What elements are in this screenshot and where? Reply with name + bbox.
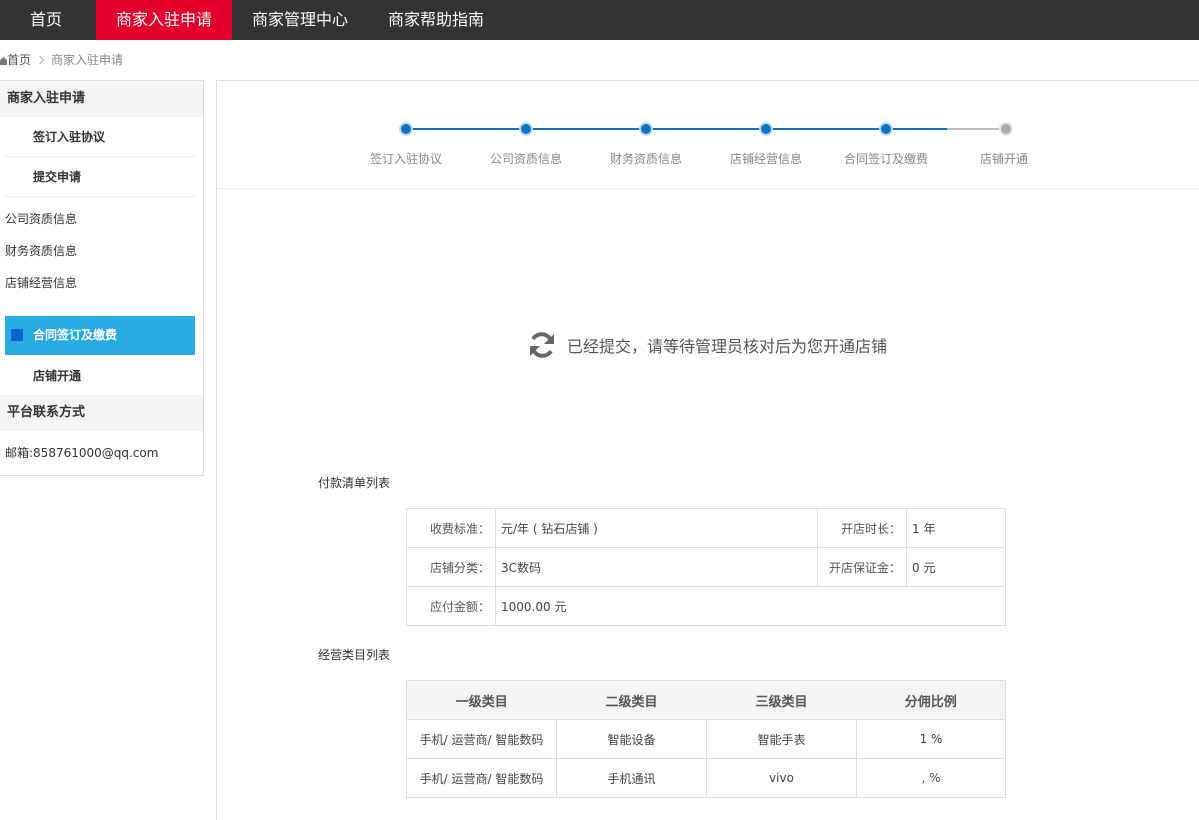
table-cell: 1 % — [856, 719, 1006, 759]
step-label: 公司资质信息 — [489, 152, 562, 166]
step-label: 签订入驻协议 — [369, 152, 442, 166]
step-dot — [879, 122, 893, 136]
category-label: 店铺分类： — [406, 547, 496, 587]
square-icon — [11, 329, 23, 341]
deposit-label: 开店保证金： — [817, 547, 907, 587]
column-header: 分佣比例 — [856, 680, 1006, 720]
sidebar-section-title: 商家入驻申请 — [0, 81, 203, 117]
sidebar-item-company-info[interactable]: 公司资质信息 — [5, 209, 77, 229]
step-label: 财务资质信息 — [609, 152, 682, 166]
breadcrumb-home[interactable]: 首页 — [7, 53, 31, 67]
progress-line-pending — [947, 128, 1007, 130]
column-header: 三级类目 — [706, 680, 857, 720]
contact-email: 邮箱:858761000@qq.com — [5, 446, 159, 460]
sidebar-item-store-info[interactable]: 店铺经营信息 — [5, 273, 77, 293]
nav-merchant-center[interactable]: 商家管理中心 — [236, 0, 364, 40]
nav-home[interactable]: 首页 — [0, 0, 92, 40]
progress-line-done — [406, 128, 947, 130]
sidebar-item-label: 合同签订及缴费 — [33, 328, 118, 342]
category-table: 一级类目 二级类目 三级类目 分佣比例 手机/ 运营商/ 智能数码 智能设备 智… — [406, 680, 1006, 798]
table-cell: vivo — [706, 758, 857, 798]
category-list-title: 经营类目列表 — [318, 648, 391, 662]
progress-steps: 签订入驻协议 公司资质信息 财务资质信息 店铺经营信息 合同签订及缴费 店铺开通 — [217, 81, 1199, 189]
fee-label: 收费标准： — [406, 508, 496, 548]
step-dot — [999, 122, 1013, 136]
sidebar-item-sign-agreement[interactable]: 签订入驻协议 — [0, 117, 203, 157]
table-cell: 智能手表 — [706, 719, 857, 759]
step-dot — [639, 122, 653, 136]
sidebar-item-finance-info[interactable]: 财务资质信息 — [5, 241, 77, 261]
step-label: 店铺经营信息 — [729, 152, 802, 166]
table-row: 收费标准： 元/年 ( 钻石店铺 ) 开店时长： 1 年 — [406, 508, 1006, 548]
status-text: 已经提交，请等待管理员核对后为您开通店铺 — [567, 337, 888, 356]
top-nav: 首页 商家入驻申请 商家管理中心 商家帮助指南 — [0, 0, 1199, 40]
category-value: 3C数码 — [495, 547, 818, 587]
amount-value: 1000.00 元 — [495, 586, 1006, 626]
table-row: 店铺分类： 3C数码 开店保证金： 0 元 — [406, 547, 1006, 587]
table-row: 手机/ 运营商/ 智能数码 智能设备 智能手表 1 % — [406, 719, 1006, 759]
step-label: 合同签订及缴费 — [843, 152, 928, 166]
step-dot — [399, 122, 413, 136]
column-header: 二级类目 — [556, 680, 707, 720]
status-message: 已经提交，请等待管理员核对后为您开通店铺 — [527, 329, 887, 361]
table-header-row: 一级类目 二级类目 三级类目 分佣比例 — [406, 680, 1006, 720]
table-row: 手机/ 运营商/ 智能数码 手机通讯 vivo , % — [406, 758, 1006, 798]
payment-table: 收费标准： 元/年 ( 钻石店铺 ) 开店时长： 1 年 店铺分类： 3C数码 … — [406, 508, 1006, 626]
sidebar-contact-title: 平台联系方式 — [0, 395, 203, 431]
table-row: 应付金额： 1000.00 元 — [406, 586, 1006, 626]
nav-merchant-help[interactable]: 商家帮助指南 — [372, 0, 500, 40]
step-label: 店铺开通 — [979, 152, 1028, 166]
breadcrumb-current: 商家入驻申请 — [51, 53, 124, 67]
refresh-icon — [530, 332, 554, 358]
deposit-value: 0 元 — [906, 547, 1006, 587]
table-cell: 手机/ 运营商/ 智能数码 — [406, 719, 557, 759]
sidebar: 商家入驻申请 签订入驻协议 提交申请 公司资质信息 财务资质信息 店铺经营信息 … — [0, 80, 204, 476]
step-dot — [759, 122, 773, 136]
fee-value: 元/年 ( 钻石店铺 ) — [495, 508, 818, 548]
breadcrumb: 首页 商家入驻申请 — [0, 50, 123, 70]
home-icon — [0, 57, 7, 65]
sidebar-item-submit-application[interactable]: 提交申请 — [0, 157, 203, 197]
chevron-right-icon — [35, 55, 45, 65]
amount-label: 应付金额： — [406, 586, 496, 626]
duration-label: 开店时长： — [817, 508, 907, 548]
payment-list-title: 付款清单列表 — [318, 476, 391, 490]
column-header: 一级类目 — [406, 680, 557, 720]
step-dot — [519, 122, 533, 136]
table-cell: , % — [856, 758, 1006, 798]
nav-merchant-apply[interactable]: 商家入驻申请 — [96, 0, 232, 40]
table-cell: 手机/ 运营商/ 智能数码 — [406, 758, 557, 798]
sidebar-item-contract-payment[interactable]: 合同签订及缴费 — [5, 316, 195, 355]
sidebar-item-store-open[interactable]: 店铺开通 — [0, 356, 203, 396]
table-cell: 手机通讯 — [556, 758, 707, 798]
main-panel: 签订入驻协议 公司资质信息 财务资质信息 店铺经营信息 合同签订及缴费 店铺开通… — [216, 80, 1199, 820]
table-cell: 智能设备 — [556, 719, 707, 759]
duration-value: 1 年 — [906, 508, 1006, 548]
